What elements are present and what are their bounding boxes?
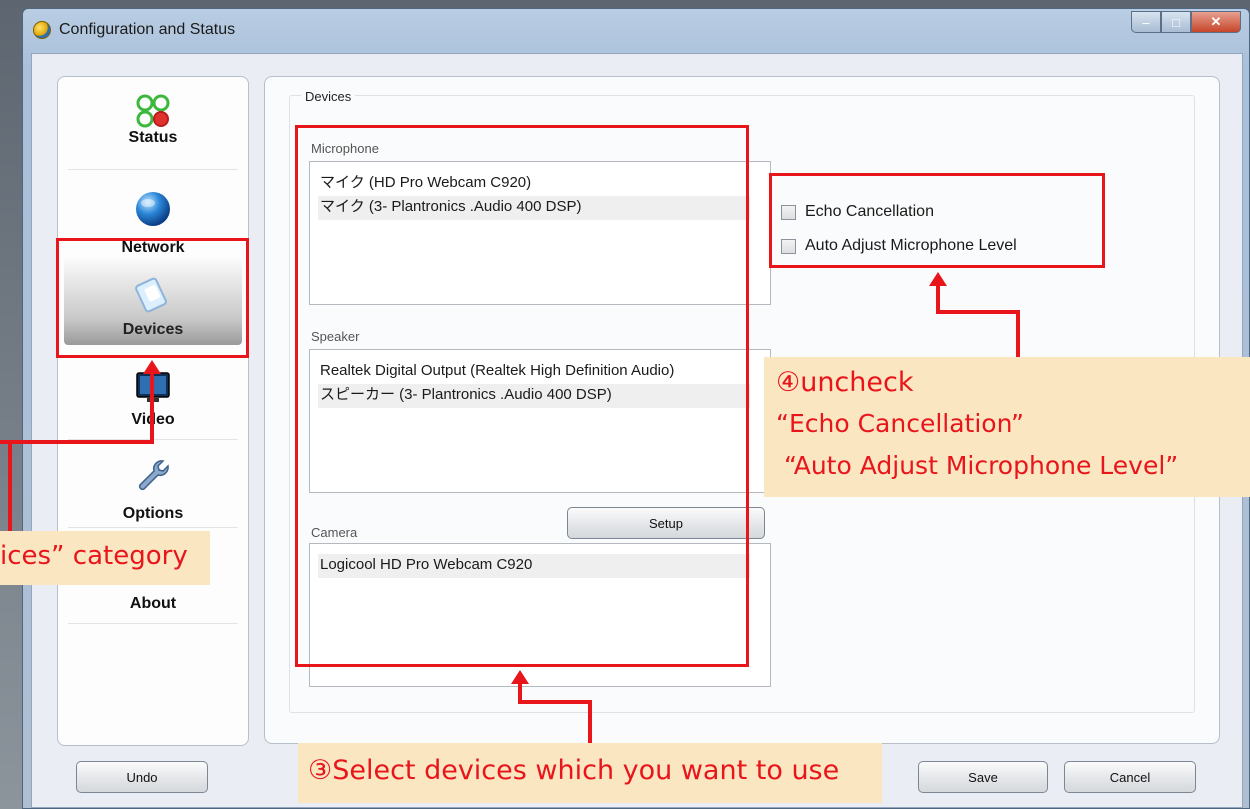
step4-arrow-head — [929, 272, 947, 286]
step4-arrow-line — [936, 286, 940, 314]
sidebar-item-status[interactable]: Status — [64, 83, 242, 167]
step4-note: ④uncheck “Echo Cancellation” “Auto Adjus… — [764, 357, 1250, 497]
sidebar-item-label: Options — [122, 505, 184, 522]
sidebar-item-label: Status — [128, 129, 178, 146]
step4-line-echo: “Echo Cancellation” — [776, 409, 1025, 438]
step4-line-auto-adjust: “Auto Adjust Microphone Level” — [784, 451, 1179, 480]
save-button[interactable]: Save — [918, 761, 1048, 793]
device-lists-highlight — [295, 125, 749, 667]
window-title: Configuration and Status — [59, 21, 236, 38]
devices-group-title: Devices — [301, 89, 356, 104]
step2-arrow-line — [0, 440, 154, 444]
sidebar-item-label: About — [129, 595, 177, 612]
step2-text: ices” category — [0, 541, 188, 571]
checkbox-highlight — [769, 173, 1105, 268]
sidebar-divider — [68, 623, 238, 624]
step3-arrow-line — [518, 700, 592, 704]
undo-button[interactable]: Undo — [76, 761, 208, 793]
maximize-button[interactable]: □ — [1161, 11, 1191, 33]
step3-text: ③Select devices which you want to use — [308, 755, 840, 786]
step4-title: ④uncheck — [776, 367, 914, 398]
sidebar-divider — [68, 527, 238, 528]
step3-arrow-head — [511, 670, 529, 684]
step2-note: ices” category — [0, 531, 210, 585]
minimize-button[interactable]: – — [1131, 11, 1161, 33]
app-icon — [33, 21, 51, 39]
step2-arrow-head — [143, 360, 161, 374]
screenshot-stage: Configuration and Status – □ ✕ Status Ne… — [0, 0, 1250, 809]
step4-arrow-line — [936, 310, 1020, 314]
step3-arrow-line — [518, 684, 522, 704]
step2-arrow-line — [150, 374, 154, 444]
step3-note: ③Select devices which you want to use — [298, 743, 882, 803]
wrench-icon — [138, 460, 169, 491]
step2-arrow-line — [8, 440, 12, 532]
window-controls: – □ ✕ — [1131, 11, 1241, 33]
devices-category-highlight — [56, 238, 249, 358]
status-lights-icon — [136, 94, 170, 128]
globe-icon — [136, 192, 170, 226]
step3-arrow-line — [588, 700, 592, 744]
step4-arrow-line — [1016, 310, 1020, 358]
sidebar-item-options[interactable]: Options — [64, 443, 242, 527]
cancel-button[interactable]: Cancel — [1064, 761, 1196, 793]
title-bar: Configuration and Status – □ ✕ — [23, 9, 1249, 49]
close-button[interactable]: ✕ — [1191, 11, 1241, 33]
sidebar-divider — [68, 169, 238, 170]
